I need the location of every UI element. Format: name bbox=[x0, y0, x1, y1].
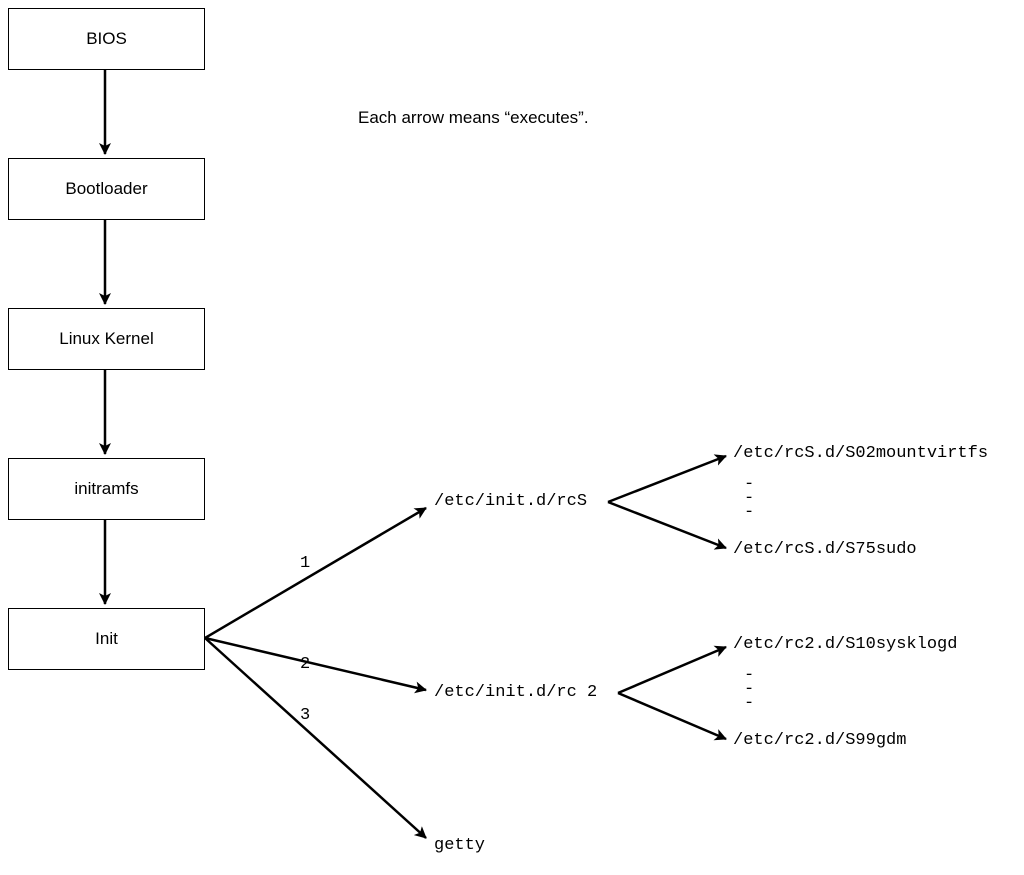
dots-rcS: - - - bbox=[744, 478, 754, 520]
text-getty: getty bbox=[434, 836, 485, 855]
dots-rc2: - - - bbox=[744, 669, 754, 711]
arrow-rcS-last bbox=[608, 502, 726, 548]
edge-label-2: 2 bbox=[300, 655, 310, 674]
box-kernel-label: Linux Kernel bbox=[59, 329, 154, 349]
arrow-rc2-first bbox=[618, 647, 726, 693]
arrow-rc2-last bbox=[618, 693, 726, 739]
text-rc2-last: /etc/rc2.d/S99gdm bbox=[733, 731, 906, 750]
text-rcS-first: /etc/rcS.d/S02mountvirtfs bbox=[733, 444, 988, 463]
box-bios: BIOS bbox=[8, 8, 205, 70]
text-rcS: /etc/init.d/rcS bbox=[434, 492, 587, 511]
box-bootloader: Bootloader bbox=[8, 158, 205, 220]
caption-text: Each arrow means “executes”. bbox=[358, 108, 589, 128]
box-bios-label: BIOS bbox=[86, 29, 127, 49]
text-rc2-first: /etc/rc2.d/S10sysklogd bbox=[733, 635, 957, 654]
arrow-init-getty bbox=[205, 638, 426, 838]
box-init-label: Init bbox=[95, 629, 118, 649]
edge-label-3: 3 bbox=[300, 706, 310, 725]
text-rc2: /etc/init.d/rc 2 bbox=[434, 683, 597, 702]
arrow-init-rcS bbox=[205, 508, 426, 638]
box-initramfs-label: initramfs bbox=[74, 479, 138, 499]
box-bootloader-label: Bootloader bbox=[65, 179, 147, 199]
box-initramfs: initramfs bbox=[8, 458, 205, 520]
arrow-rcS-first bbox=[608, 456, 726, 502]
text-rcS-last: /etc/rcS.d/S75sudo bbox=[733, 540, 917, 559]
box-init: Init bbox=[8, 608, 205, 670]
edge-label-1: 1 bbox=[300, 554, 310, 573]
arrow-init-rc2 bbox=[205, 638, 426, 690]
box-kernel: Linux Kernel bbox=[8, 308, 205, 370]
